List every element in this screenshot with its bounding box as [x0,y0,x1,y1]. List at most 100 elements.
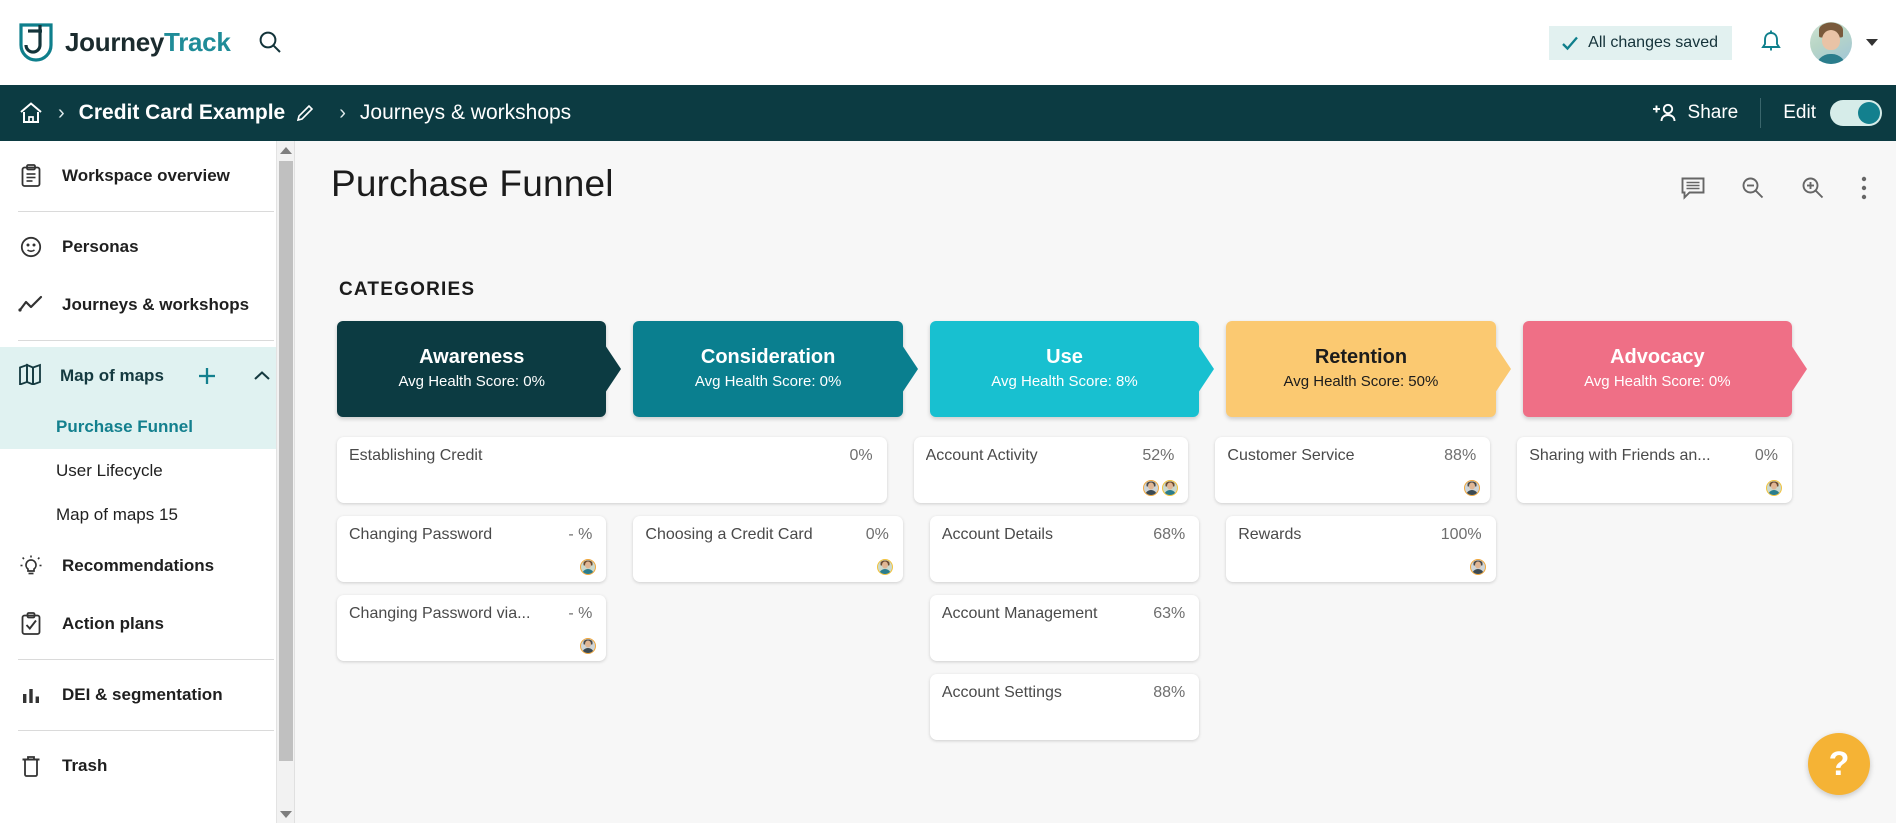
chevron-down-icon[interactable] [1866,39,1878,46]
card-choosing-a-credit-card[interactable]: Choosing a Credit Card 0% [633,516,903,582]
card-account-management[interactable]: Account Management 63% [929,595,1200,661]
card-col-advocacy-empty [1523,595,1792,661]
lightbulb-icon [18,554,44,578]
card-title: Establishing Credit [349,447,483,464]
check-icon [1562,36,1579,50]
card-changing-password-via[interactable]: Changing Password via... - % [337,595,607,661]
card-header: Changing Password - % [349,526,592,544]
sidebar-item-user-lifecycle[interactable]: User Lifecycle [0,449,294,493]
empty-slot [1523,516,1792,582]
breadcrumb-section[interactable]: Journeys & workshops [360,101,571,125]
empty-slot [1523,674,1792,740]
journeytrack-logo-icon [19,23,53,62]
sidebar-subitem-label: Purchase Funnel [56,417,193,436]
plus-icon[interactable] [196,365,218,387]
stage-score: Avg Health Score: 0% [1584,373,1731,391]
scroll-down-arrow[interactable] [277,805,295,823]
card-customer-service[interactable]: Customer Service 88% [1215,437,1491,503]
card-percent: 68% [1153,526,1186,543]
funnel-stage-awareness[interactable]: Awareness Avg Health Score: 0% [337,321,622,417]
sidebar-item-recommendations[interactable]: Recommendations [0,537,294,595]
avatar-mini[interactable] [580,638,597,654]
card-account-settings[interactable]: Account Settings 88% [929,674,1200,740]
card-sharing-with-friends[interactable]: Sharing with Friends an... 0% [1517,437,1792,503]
scroll-up-arrow[interactable] [277,141,294,159]
sidebar-item-dei-segmentation[interactable]: DEI & segmentation [0,666,294,724]
funnel-stage-retention[interactable]: Retention Avg Health Score: 50% [1226,321,1511,417]
funnel-stage-use[interactable]: Use Avg Health Score: 8% [929,321,1215,417]
pencil-edit-icon[interactable] [295,103,315,123]
sidebar-item-map-of-maps-15[interactable]: Map of maps 15 [0,493,294,537]
notification-bell-icon[interactable] [1758,29,1784,56]
avatar-mini[interactable] [1469,559,1486,575]
card-rewards[interactable]: Rewards 100% [1226,516,1496,582]
trash-icon [18,754,44,778]
sidebar-item-trash[interactable]: Trash [0,737,294,795]
card-header: Account Management 63% [942,605,1185,623]
zoom-out-icon[interactable] [1740,175,1766,201]
stage-arrow-nib [901,345,918,393]
sidebar-scrollbar[interactable] [276,141,294,823]
scrollbar-thumb[interactable] [279,161,293,761]
brand-logo[interactable]: JourneyTrack [16,21,231,63]
avatar-face [1822,29,1840,50]
card-percent: - % [568,605,593,622]
stage-name: Retention [1314,346,1408,369]
share-label: Share [1687,102,1739,123]
avatar-mini[interactable] [580,559,597,575]
chevron-up-icon[interactable] [252,369,272,383]
card-header: Choosing a Credit Card 0% [645,526,888,544]
card-avatars [580,638,597,654]
funnel-stage-advocacy[interactable]: Advocacy Avg Health Score: 0% [1522,321,1808,417]
card-account-details[interactable]: Account Details 68% [929,516,1200,582]
edit-mode-toggle[interactable] [1830,100,1882,126]
card-changing-password[interactable]: Changing Password - % [337,516,607,582]
sidebar-item-action-plans[interactable]: Action plans [0,595,294,653]
saved-status-text: All changes saved [1588,33,1718,51]
card-header: Account Activity 52% [926,447,1175,465]
card-percent: 63% [1153,605,1186,622]
card-header: Sharing with Friends an... 0% [1529,447,1778,465]
home-icon[interactable] [18,100,44,126]
card-title: Choosing a Credit Card [645,526,813,543]
sidebar-item-journeys-workshops[interactable]: Journeys & workshops [0,276,294,334]
sidebar-subitem-label: User Lifecycle [56,461,163,480]
sidebar-item-label: Workspace overview [62,166,230,185]
help-button[interactable]: ? [1808,733,1870,795]
card-title: Account Settings [941,684,1062,701]
share-button[interactable]: Share [1652,98,1762,128]
card-title: Account Details [941,526,1053,543]
card-establishing-credit[interactable]: Establishing Credit 0% [337,437,887,503]
sidebar-item-workspace-overview[interactable]: Workspace overview [0,147,294,205]
sidebar: Workspace overview Personas Journeys & w… [0,141,294,823]
avatar-mini[interactable] [876,559,893,575]
avatar-mini[interactable] [1765,480,1782,496]
more-options-icon[interactable] [1860,175,1868,201]
comment-icon[interactable] [1680,176,1706,200]
card-avatars [1765,480,1782,496]
sidebar-divider-1 [18,211,274,212]
sidebar-item-label: Personas [62,237,139,256]
search-icon[interactable] [257,29,283,55]
avatar-mini[interactable] [1143,480,1160,496]
card-col-awareness: Changing Password - % [337,516,607,582]
card-percent: 52% [1142,447,1175,464]
sidebar-item-map-of-maps[interactable]: Map of maps [0,347,294,405]
avatar-mini[interactable] [1464,480,1481,496]
card-avatars [876,559,893,575]
empty-slot [633,595,902,661]
card-account-activity[interactable]: Account Activity 52% [913,437,1189,503]
sidebar-item-purchase-funnel[interactable]: Purchase Funnel [0,405,294,449]
stage-score: Avg Health Score: 0% [398,373,545,391]
funnel-stage-consideration[interactable]: Consideration Avg Health Score: 0% [633,321,918,417]
breadcrumb-workspace[interactable]: Credit Card Example [79,101,286,125]
breadcrumb-actions: Share Edit [1652,85,1896,141]
avatar-mini[interactable] [1162,480,1179,496]
stage-name: Advocacy [1610,346,1705,369]
status-badge: All changes saved [1549,25,1732,60]
card-title: Account Activity [925,447,1038,464]
zoom-in-icon[interactable] [1800,175,1826,201]
card-col-consideration: Choosing a Credit Card 0% [633,516,903,582]
sidebar-item-personas[interactable]: Personas [0,218,294,276]
avatar[interactable] [1810,21,1852,64]
